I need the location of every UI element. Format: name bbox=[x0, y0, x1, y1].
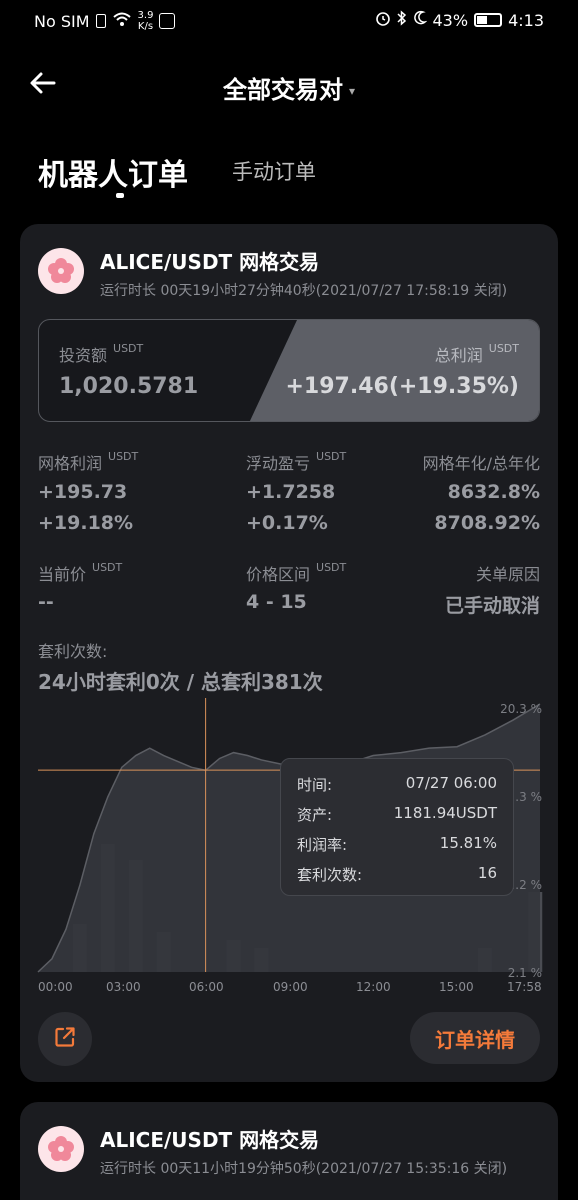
current-price-label: 当前价 USDT bbox=[38, 561, 123, 584]
grid-annualized-value: 8632.8% bbox=[447, 481, 540, 503]
close-reason-label: 关单原因 bbox=[475, 565, 540, 584]
flower-avatar-icon bbox=[38, 248, 84, 294]
y-tick-top: 20.3 % bbox=[500, 702, 542, 716]
tooltip-time-label: 时间: bbox=[297, 776, 333, 794]
pair-selector[interactable]: 全部交易对 ▾ bbox=[0, 70, 578, 105]
sim-icon bbox=[95, 14, 106, 28]
net-speed: 3.9 K/s bbox=[137, 10, 154, 32]
wifi-icon bbox=[112, 11, 132, 31]
float-pnl-label: 浮动盈亏 USDT bbox=[246, 450, 347, 473]
x-tick: 12:00 bbox=[356, 980, 391, 994]
x-tick: 03:00 bbox=[106, 980, 141, 994]
profit-value: +197.46(+19.35%) bbox=[285, 374, 519, 399]
tab-robot-orders[interactable]: 机器人订单 bbox=[38, 150, 188, 194]
tooltip-asset-value: 1181.94USDT bbox=[393, 804, 497, 822]
tooltip-asset-label: 资产: bbox=[297, 806, 333, 824]
tab-indicator bbox=[116, 193, 124, 198]
tooltip-rate-label: 利润率: bbox=[297, 836, 348, 854]
x-tick: 17:58 bbox=[507, 980, 542, 994]
invest-label: 投资额 USDT bbox=[59, 342, 144, 365]
float-pnl-value: +1.7258 bbox=[246, 481, 336, 503]
price-range-label: 价格区间 USDT bbox=[246, 561, 347, 584]
grid-profit-pct: +19.18% bbox=[38, 512, 134, 534]
grid-profit-value: +195.73 bbox=[38, 481, 128, 503]
price-range-value: 4 - 15 bbox=[246, 591, 307, 613]
current-price-value: -- bbox=[38, 591, 54, 613]
moon-icon bbox=[413, 10, 427, 30]
battery-percent: 43% bbox=[432, 10, 469, 30]
profit-label: 总利润 USDT bbox=[434, 342, 519, 365]
invest-value: 1,020.5781 bbox=[59, 374, 199, 399]
x-tick: 09:00 bbox=[273, 980, 308, 994]
close-reason-value: 已手动取消 bbox=[444, 595, 540, 617]
status-bar: No SIM 3.9 K/s 43% 4:13 bbox=[0, 0, 578, 40]
battery-icon bbox=[474, 13, 503, 27]
y-tick-bottom: 2.1 % bbox=[507, 966, 542, 980]
x-tick: 15:00 bbox=[439, 980, 474, 994]
clock: 4:13 bbox=[508, 10, 544, 30]
tooltip-time-value: 07/27 06:00 bbox=[405, 774, 497, 792]
x-tick: 00:00 bbox=[38, 980, 73, 994]
arbitrage-label: 套利次数: bbox=[38, 642, 108, 661]
tab-manual-orders[interactable]: 手动订单 bbox=[232, 156, 316, 186]
annualized-label: 网格年化/总年化 bbox=[422, 454, 540, 473]
share-button[interactable] bbox=[38, 1012, 92, 1066]
bluetooth-icon bbox=[396, 10, 407, 30]
arbitrage-value: 24小时套利0次 / 总套利381次 bbox=[38, 670, 323, 694]
runtime-text: 运行时长 00天11小时19分钟50秒(2021/07/27 15:35:16 … bbox=[100, 1161, 508, 1177]
share-icon bbox=[53, 1025, 77, 1053]
pair-title: ALICE/USDT 网格交易 bbox=[100, 250, 320, 274]
tooltip-arb-value: 16 bbox=[477, 864, 497, 882]
runtime-text: 运行时长 00天19小时27分钟40秒(2021/07/27 17:58:19 … bbox=[100, 283, 508, 299]
app-notify-icon bbox=[159, 13, 176, 29]
total-annualized-value: 8708.92% bbox=[434, 512, 540, 534]
flower-avatar-icon bbox=[38, 1126, 84, 1172]
grid-profit-label: 网格利润 USDT bbox=[38, 450, 139, 473]
order-card[interactable]: ALICE/USDT 网格交易 运行时长 00天11小时19分钟50秒(2021… bbox=[20, 1102, 558, 1200]
pair-title: ALICE/USDT 网格交易 bbox=[100, 1128, 320, 1152]
alarm-icon bbox=[375, 10, 391, 30]
x-tick: 06:00 bbox=[189, 980, 224, 994]
tooltip-arb-label: 套利次数: bbox=[297, 866, 363, 884]
float-pnl-pct: +0.17% bbox=[246, 512, 328, 534]
chart-tooltip: 时间: 07/27 06:00 资产: 1181.94USDT 利润率: 15.81%… bbox=[280, 758, 514, 896]
chevron-down-icon: ▾ bbox=[348, 84, 356, 98]
order-card[interactable]: ALICE/USDT 网格交易 运行时长 00天19小时27分钟40秒(2021… bbox=[20, 224, 558, 1082]
order-detail-button[interactable]: 订单详情 bbox=[410, 1012, 540, 1064]
investment-profit-box: 投资额 USDT 1,020.5781 总利润 USDT +197.46(+19.3… bbox=[38, 319, 540, 422]
page-title: 全部交易对 bbox=[222, 76, 343, 104]
tooltip-rate-value: 15.81% bbox=[439, 834, 497, 852]
carrier-label: No SIM bbox=[34, 11, 90, 31]
